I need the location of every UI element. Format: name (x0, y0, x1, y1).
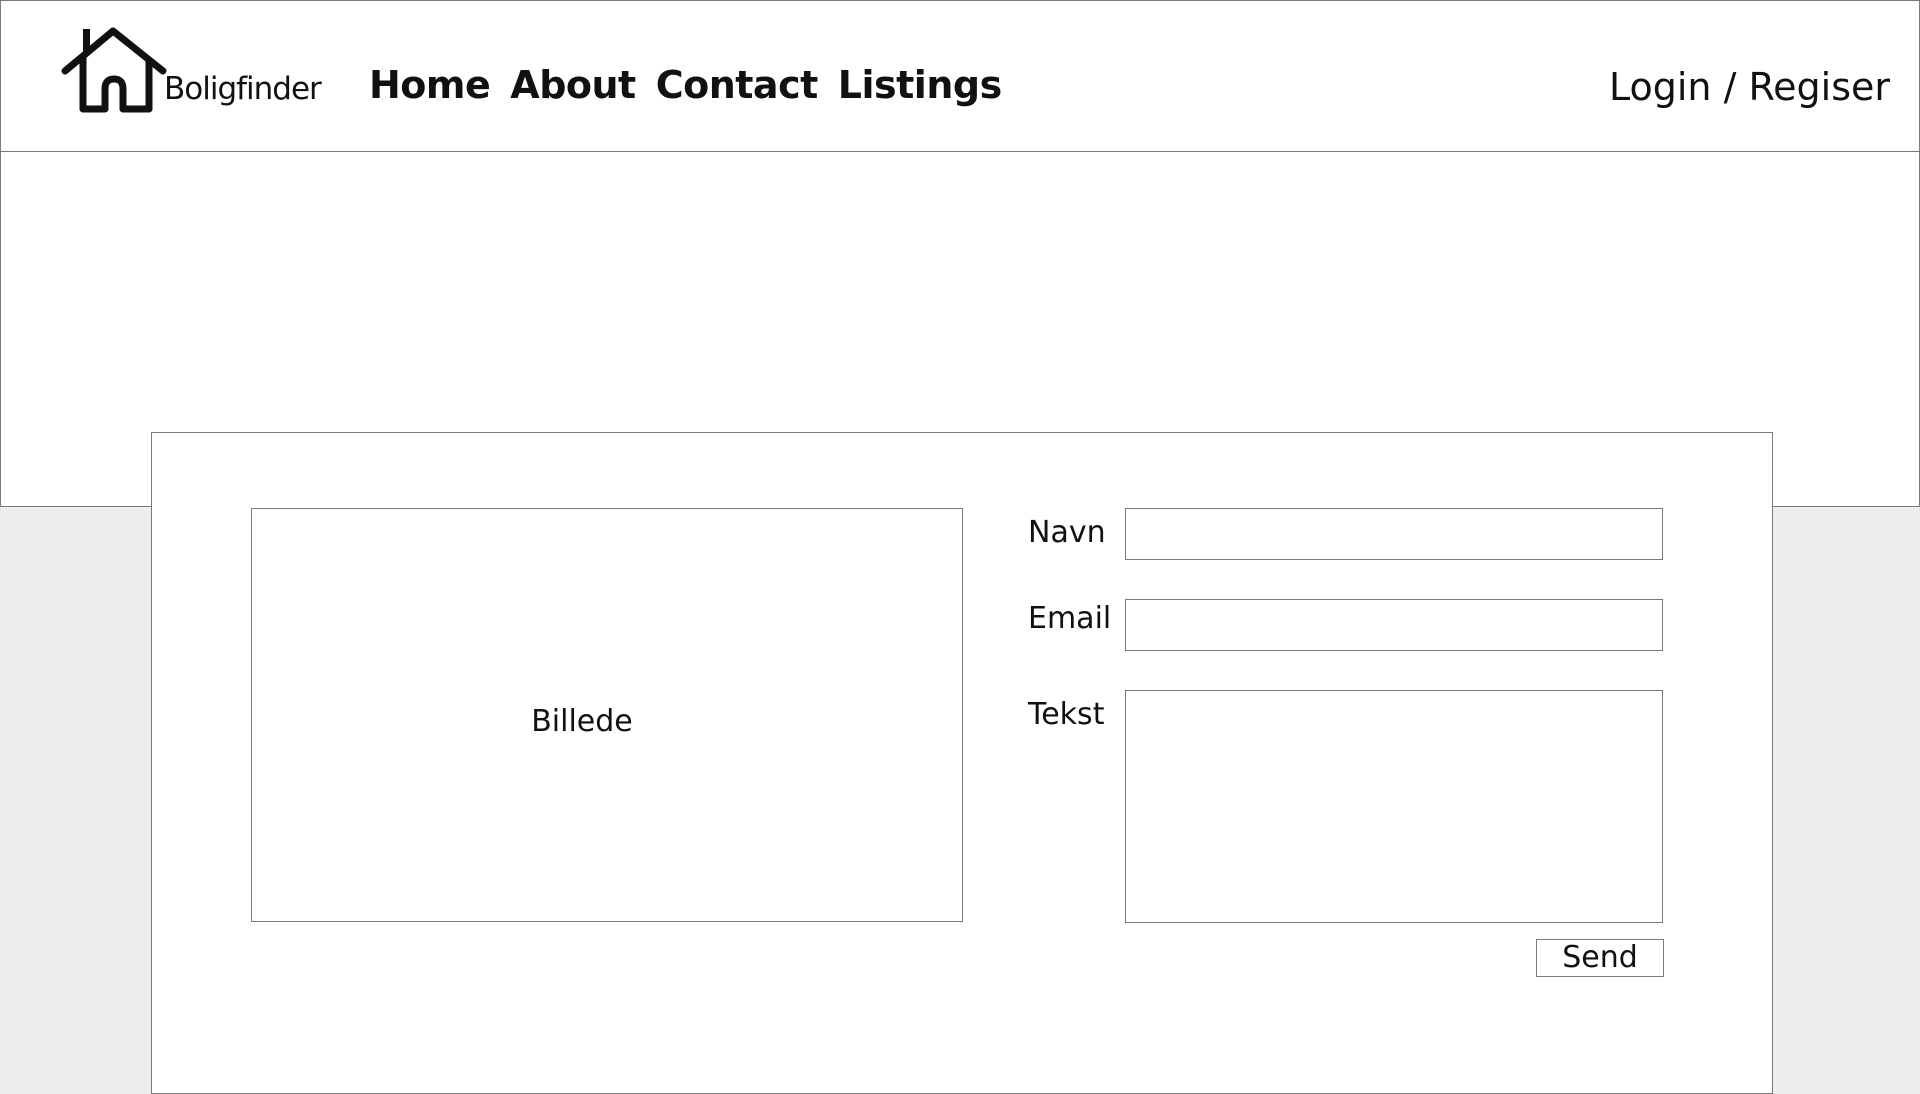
nav-contact[interactable]: Contact (656, 63, 819, 107)
name-input[interactable] (1125, 508, 1663, 560)
email-input[interactable] (1125, 599, 1663, 651)
login-register-link[interactable]: Login / Regiser (1609, 65, 1890, 109)
name-label: Navn (1028, 515, 1106, 550)
main-nav: Home About Contact Listings (369, 63, 1002, 107)
text-label: Tekst (1028, 697, 1105, 732)
image-placeholder-label: Billede (531, 704, 633, 739)
email-label: Email (1028, 601, 1112, 636)
house-icon (61, 27, 167, 113)
logo[interactable]: Boligfinder (61, 25, 331, 115)
nav-listings[interactable]: Listings (838, 63, 1002, 107)
logo-text: Boligfinder (164, 71, 322, 107)
nav-about[interactable]: About (510, 63, 636, 107)
image-placeholder: Billede (251, 508, 963, 922)
nav-home[interactable]: Home (369, 63, 491, 107)
text-textarea[interactable] (1125, 690, 1663, 923)
contact-card: Billede Navn Email Tekst Send (151, 432, 1773, 1094)
send-button[interactable]: Send (1536, 939, 1664, 977)
site-header: Boligfinder Home About Contact Listings … (0, 0, 1920, 152)
